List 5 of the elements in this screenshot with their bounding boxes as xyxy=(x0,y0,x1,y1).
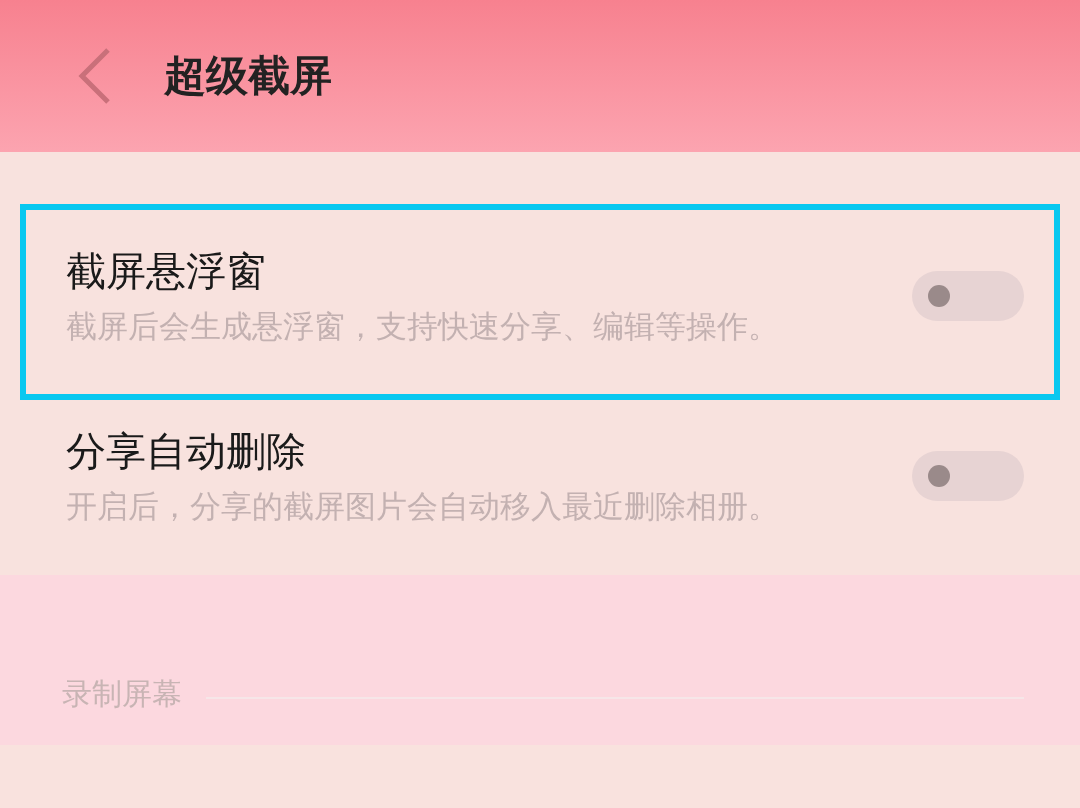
toggle-switch[interactable] xyxy=(912,451,1024,501)
page-title: 超级截屏 xyxy=(164,50,332,102)
toggle-switch[interactable] xyxy=(912,271,1024,321)
setting-title: 截屏悬浮窗 xyxy=(66,246,267,296)
setting-title: 分享自动删除 xyxy=(66,426,307,476)
